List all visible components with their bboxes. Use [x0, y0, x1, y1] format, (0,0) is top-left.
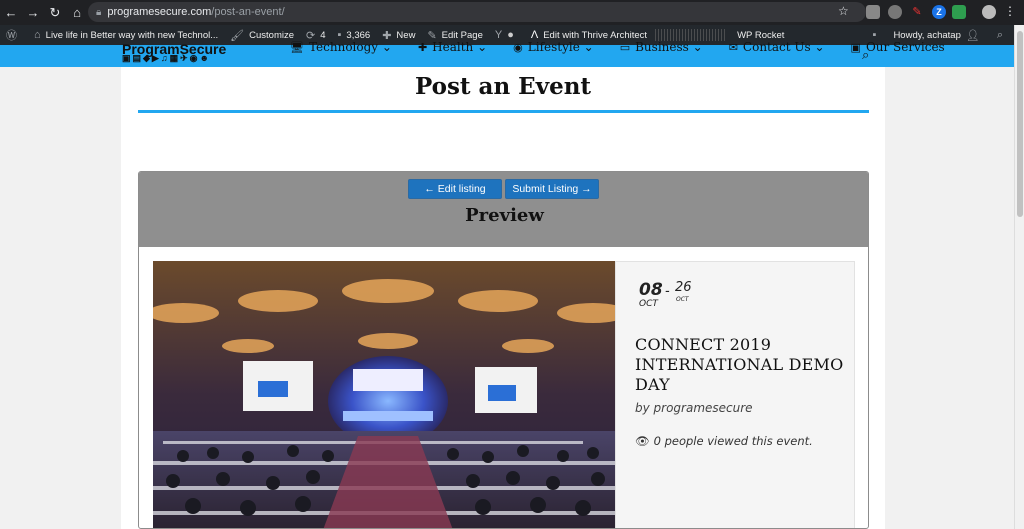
chrome-menu-icon[interactable]: ⋮: [1004, 4, 1016, 18]
start-day: 08: [639, 280, 663, 300]
end-month: OCT: [676, 296, 689, 303]
listing-preview: ← Edit listing Submit Listing → Preview: [138, 171, 869, 529]
page-title: Post an Event: [414, 73, 592, 100]
menu-item-health[interactable]: ✚ Health ⌄: [418, 40, 487, 54]
browser-toolbar: ← → ↻ ⌂ 🔒︎ programesecure.com /post-an-e…: [0, 0, 1024, 25]
lock-icon: 🔒︎: [96, 6, 102, 18]
envelope-icon: ✉: [728, 41, 738, 54]
menu-item-lifestyle[interactable]: ◉ Lifestyle ⌄: [513, 40, 594, 54]
extension-icon-3[interactable]: ✎: [910, 5, 924, 19]
services-icon: ▣: [850, 41, 861, 54]
back-icon[interactable]: ←: [0, 2, 22, 24]
date-separator: -: [665, 284, 670, 299]
menu-label: Business: [635, 40, 689, 54]
site-logo[interactable]: ProgramSecure ▣▤◆▶♫▦✈◉☻: [122, 41, 282, 67]
title-underline: [138, 110, 869, 113]
edit-page-label: Edit Page: [441, 29, 483, 41]
wp-logo-button[interactable]: Ⓦ: [0, 25, 28, 45]
menu-label: Health: [432, 40, 474, 54]
briefcase-icon: ▭: [619, 41, 631, 54]
profile-avatar-icon[interactable]: [982, 5, 996, 19]
start-month: OCT: [639, 299, 658, 309]
event-details: 08 OCT - 26 OCT CONNECT 2019 INTERNATION…: [615, 261, 855, 528]
logo-icons: ▣▤◆▶♫▦✈◉☻: [122, 53, 211, 63]
views-label: 0 people viewed this event.: [653, 434, 813, 448]
eye-icon: ◉: [513, 41, 523, 54]
extension-icon-z[interactable]: Z: [932, 5, 946, 19]
bookmark-star-icon[interactable]: ☆: [838, 4, 849, 18]
howdy-label: Howdy, achatap: [893, 29, 961, 41]
edit-listing-button[interactable]: ← Edit listing: [408, 179, 502, 199]
home-icon[interactable]: ⌂: [66, 2, 88, 24]
scrollbar-thumb[interactable]: [1017, 31, 1023, 217]
admin-search-button[interactable]: ⌕: [991, 25, 1014, 45]
new-label: New: [396, 29, 416, 41]
home-icon: ⌂: [34, 29, 41, 41]
wordpress-icon: Ⓦ: [6, 30, 17, 42]
address-bar[interactable]: 🔒︎ programesecure.com /post-an-event/: [88, 2, 866, 22]
comments-count: 3,366: [346, 29, 371, 41]
yoast-icon: Y: [494, 29, 503, 41]
user-icon: 👤︎: [965, 29, 980, 42]
content-area: Post an Event ← Edit listing Submit List…: [121, 67, 885, 529]
thrive-label: Edit with Thrive Architect: [543, 29, 648, 41]
menu-item-business[interactable]: ▭ Business ⌄: [620, 40, 703, 54]
page-scrollbar[interactable]: [1014, 25, 1024, 529]
event-author: by programesecure: [635, 401, 753, 415]
brush-icon: 🖌︎: [230, 29, 245, 42]
end-day: 26: [675, 280, 692, 295]
wp-rocket-label: WP Rocket: [737, 29, 785, 41]
url-path: /post-an-event/: [211, 6, 285, 18]
reload-icon[interactable]: ↻: [44, 2, 66, 24]
menu-item-technology[interactable]: 🖥︎ Technology ⌄: [290, 40, 392, 54]
extension-icon-1[interactable]: [866, 5, 880, 19]
site-navigation: ProgramSecure ▣▤◆▶♫▦✈◉☻ 🖥︎ Technology ⌄ ✚…: [0, 40, 1014, 67]
page-background: Post an Event ← Edit listing Submit List…: [0, 67, 1014, 529]
updates-count: 4: [320, 29, 326, 41]
preview-header: ← Edit listing Submit Listing → Preview: [139, 172, 868, 247]
extension-icon-2[interactable]: [888, 5, 902, 19]
extension-icon-mail[interactable]: [952, 5, 966, 19]
event-image: [153, 261, 615, 528]
monitor-icon: 🖥︎: [290, 41, 304, 54]
plus-icon: ✚: [417, 41, 428, 54]
site-name-label: Live life in Better way with new Technol…: [45, 29, 219, 41]
menu-label: Lifestyle: [527, 40, 580, 54]
forward-icon[interactable]: →: [22, 2, 44, 24]
search-icon: ⌕: [996, 28, 1003, 41]
url-host: programesecure.com: [107, 6, 212, 18]
event-title[interactable]: CONNECT 2019 INTERNATIONAL DEMO DAY: [635, 335, 845, 395]
site-search-icon[interactable]: ⌕: [862, 47, 869, 63]
menu-label: Contact Us: [742, 40, 811, 54]
menu-item-contact-us[interactable]: ✉ Contact Us ⌄: [729, 40, 825, 54]
menu-label: Technology: [308, 40, 379, 54]
menu-label: Our Services: [865, 40, 945, 54]
submit-listing-button[interactable]: Submit Listing →: [505, 179, 599, 199]
preview-title: Preview: [465, 205, 544, 226]
eye-icon: 👁︎: [635, 434, 650, 448]
event-views: 👁︎ 0 people viewed this event.: [635, 434, 813, 448]
customize-label: Customize: [249, 29, 294, 41]
